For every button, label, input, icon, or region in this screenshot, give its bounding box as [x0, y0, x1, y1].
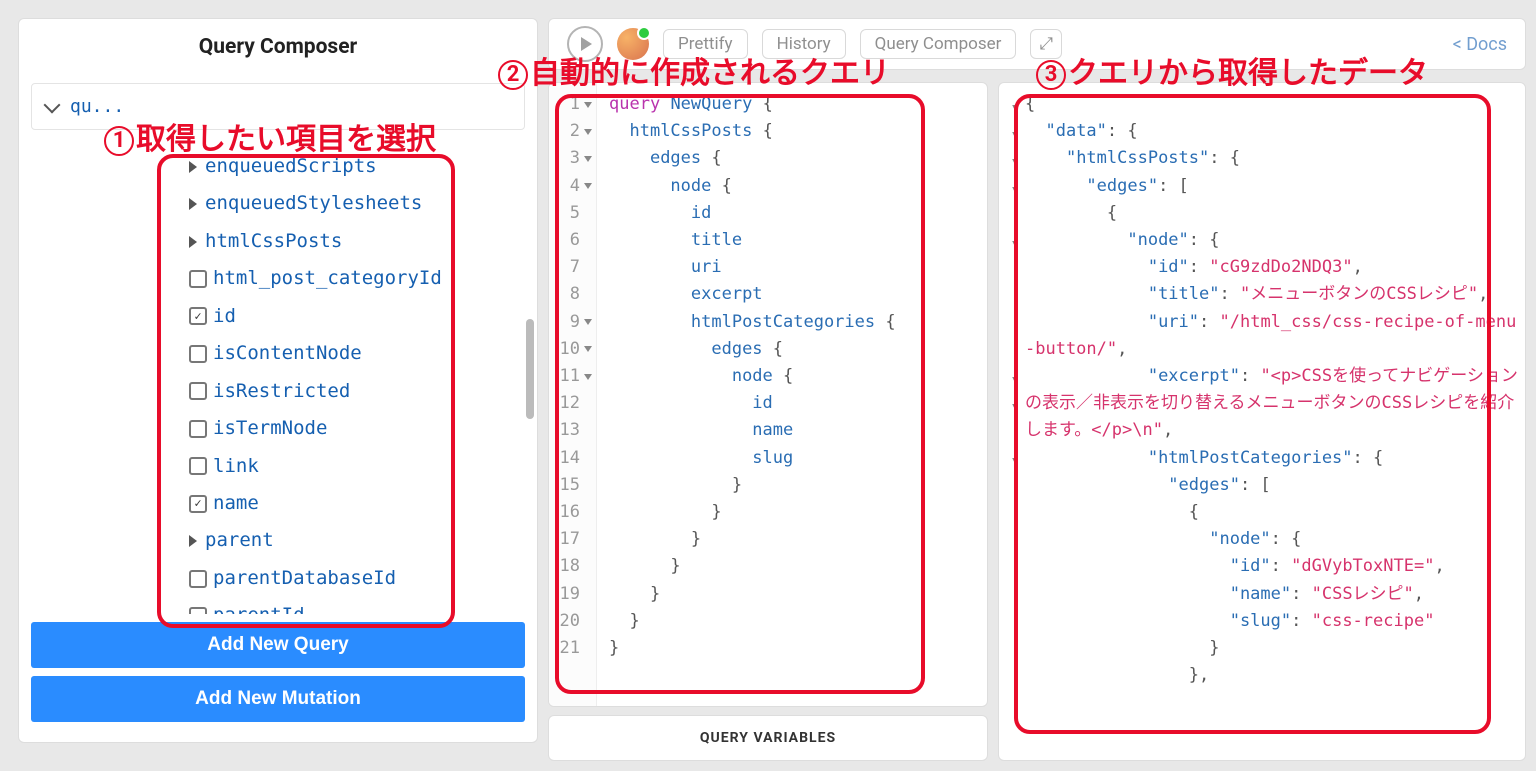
composer-field-enqueuedScripts[interactable]: enqueuedScripts — [19, 148, 537, 185]
composer-field-isTermNode[interactable]: isTermNode — [19, 410, 537, 447]
result-fold-gutter: ▾▾▾▾▾▾▾▾ — [1011, 91, 1025, 760]
field-label: enqueuedScripts — [205, 152, 377, 181]
root-type-label: qu... — [70, 96, 124, 117]
query-composer-button[interactable]: Query Composer — [860, 29, 1017, 59]
line-gutter: 123456789101112131415161718192021 — [549, 83, 597, 706]
triangle-right-icon — [189, 198, 197, 210]
composer-field-link[interactable]: link — [19, 448, 537, 485]
docs-link[interactable]: < Docs — [1453, 34, 1507, 55]
field-label: parentDatabaseId — [213, 564, 396, 593]
add-new-query-button[interactable]: Add New Query — [31, 622, 525, 668]
chevron-down-icon — [44, 96, 61, 113]
field-label: htmlCssPosts — [205, 227, 342, 256]
composer-field-parent[interactable]: parent — [19, 522, 537, 559]
composer-field-name[interactable]: name — [19, 485, 537, 522]
triangle-right-icon — [189, 236, 197, 248]
checkbox-icon[interactable] — [189, 382, 207, 400]
composer-root-type[interactable]: qu... — [31, 83, 525, 130]
query-variables-header[interactable]: QUERY VARIABLES — [548, 715, 988, 761]
field-label: link — [213, 452, 259, 481]
query-code[interactable]: query NewQuery { htmlCssPosts { edges { … — [597, 83, 908, 706]
graphiql-toolbar: Prettify History Query Composer ⤢ < Docs — [548, 18, 1526, 70]
checkbox-icon[interactable] — [189, 607, 207, 614]
result-pane[interactable]: ▾▾▾▾▾▾▾▾ { "data": { "htmlCssPosts": { "… — [998, 82, 1526, 761]
composer-title: Query Composer — [19, 19, 537, 77]
checkbox-icon[interactable] — [189, 270, 207, 288]
field-label: id — [213, 302, 236, 331]
checkbox-icon[interactable] — [189, 345, 207, 363]
field-label: name — [213, 489, 259, 518]
field-label: isRestricted — [213, 377, 350, 406]
result-json: { "data": { "htmlCssPosts": { "edges": [… — [1025, 91, 1521, 760]
query-composer-panel: Query Composer qu... enqueuedScriptsenqu… — [18, 18, 538, 743]
history-button[interactable]: History — [762, 29, 846, 59]
checkbox-icon[interactable] — [189, 307, 207, 325]
field-label: parent — [205, 526, 274, 555]
composer-field-html_post_categoryId[interactable]: html_post_categoryId — [19, 260, 537, 297]
checkbox-icon[interactable] — [189, 495, 207, 513]
composer-field-parentId[interactable]: parentId — [19, 597, 537, 614]
field-label: parentId — [213, 601, 305, 614]
execute-button[interactable] — [567, 26, 603, 62]
checkbox-icon[interactable] — [189, 420, 207, 438]
avatar[interactable] — [617, 28, 649, 60]
composer-field-id[interactable]: id — [19, 298, 537, 335]
fullscreen-button[interactable]: ⤢ — [1030, 29, 1062, 59]
composer-field-enqueuedStylesheets[interactable]: enqueuedStylesheets — [19, 185, 537, 222]
add-new-mutation-button[interactable]: Add New Mutation — [31, 676, 525, 722]
triangle-right-icon — [189, 161, 197, 173]
composer-field-htmlCssPosts[interactable]: htmlCssPosts — [19, 223, 537, 260]
query-editor[interactable]: 123456789101112131415161718192021 query … — [548, 82, 988, 707]
composer-field-list[interactable]: enqueuedScripts enqueuedStylesheets htmlCs… — [19, 130, 537, 614]
field-label: isTermNode — [213, 414, 327, 443]
checkbox-icon[interactable] — [189, 457, 207, 475]
prettify-button[interactable]: Prettify — [663, 29, 748, 59]
triangle-right-icon — [189, 535, 197, 547]
composer-buttons: Add New Query Add New Mutation — [19, 614, 537, 742]
field-label: html_post_categoryId — [213, 264, 442, 293]
field-label: isContentNode — [213, 339, 362, 368]
composer-field-parentDatabaseId[interactable]: parentDatabaseId — [19, 560, 537, 597]
scrollbar[interactable] — [526, 319, 534, 419]
field-label: enqueuedStylesheets — [205, 189, 422, 218]
composer-field-isRestricted[interactable]: isRestricted — [19, 373, 537, 410]
checkbox-icon[interactable] — [189, 570, 207, 588]
composer-field-isContentNode[interactable]: isContentNode — [19, 335, 537, 372]
